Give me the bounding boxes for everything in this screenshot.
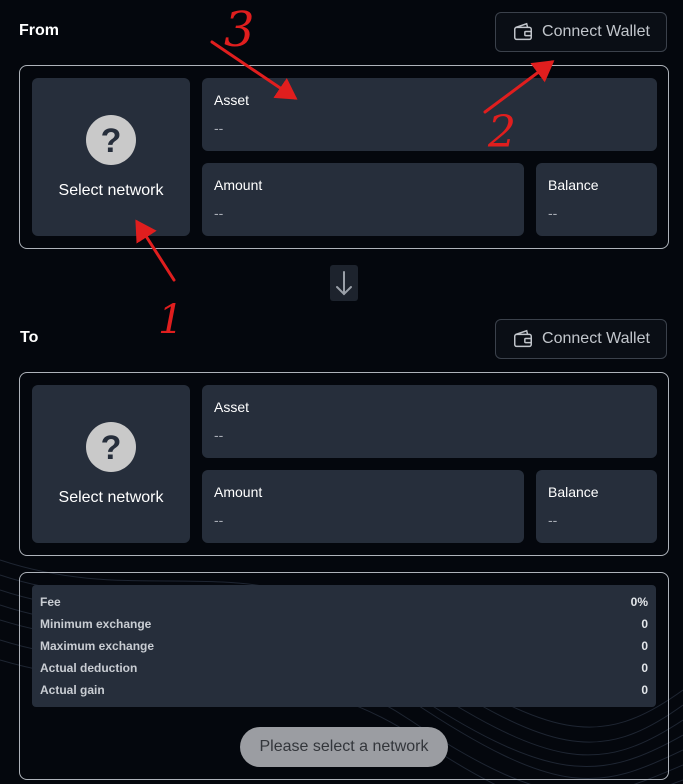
question-circle-icon: ? xyxy=(86,422,136,472)
actual-deduction-value: 0 xyxy=(641,661,648,675)
to-amount-field[interactable]: Amount -- xyxy=(202,470,524,543)
maximum-exchange-row: Maximum exchange 0 xyxy=(40,638,648,654)
minimum-exchange-label: Minimum exchange xyxy=(40,617,152,631)
from-amount-label: Amount xyxy=(214,177,263,193)
actual-gain-label: Actual gain xyxy=(40,683,105,697)
swap-direction-button[interactable] xyxy=(330,265,358,301)
actual-gain-row: Actual gain 0 xyxy=(40,682,648,698)
fee-row: Fee 0% xyxy=(40,594,648,610)
to-label: To xyxy=(20,329,39,346)
minimum-exchange-row: Minimum exchange 0 xyxy=(40,616,648,632)
wallet-icon xyxy=(514,22,533,41)
from-asset-label: Asset xyxy=(214,92,250,108)
minimum-exchange-value: 0 xyxy=(641,617,648,631)
select-network-submit-button[interactable]: Please select a network xyxy=(240,727,448,767)
to-select-network-card[interactable]: ? Select network xyxy=(32,385,190,543)
question-circle-icon: ? xyxy=(86,115,136,165)
from-balance-value: -- xyxy=(548,205,558,221)
to-amount-value: -- xyxy=(214,512,224,528)
svg-text:?: ? xyxy=(101,122,122,160)
from-balance-label: Balance xyxy=(548,177,599,193)
from-balance-field: Balance -- xyxy=(536,163,657,236)
actual-gain-value: 0 xyxy=(641,683,648,697)
arrow-down-icon xyxy=(336,271,352,296)
to-amount-label: Amount xyxy=(214,484,263,500)
from-label: From xyxy=(19,22,59,39)
fee-details: Fee 0% Minimum exchange 0 Maximum exchan… xyxy=(32,585,656,707)
to-network-label: Select network xyxy=(58,489,164,506)
submit-label: Please select a network xyxy=(259,738,429,755)
from-asset-field[interactable]: Asset -- xyxy=(202,78,657,151)
wallet-icon xyxy=(514,329,533,348)
from-panel: ? Select network Asset -- Amount -- Bala… xyxy=(19,65,669,249)
maximum-exchange-label: Maximum exchange xyxy=(40,639,155,653)
to-asset-field[interactable]: Asset -- xyxy=(202,385,657,458)
from-amount-field[interactable]: Amount -- xyxy=(202,163,524,236)
to-panel: ? Select network Asset -- Amount -- Bala… xyxy=(19,372,669,556)
fee-label: Fee xyxy=(40,595,61,609)
summary-panel: Fee 0% Minimum exchange 0 Maximum exchan… xyxy=(19,572,669,780)
to-balance-value: -- xyxy=(548,512,558,528)
from-amount-value: -- xyxy=(214,205,224,221)
to-asset-label: Asset xyxy=(214,399,250,415)
to-asset-value: -- xyxy=(214,427,224,443)
from-connect-wallet-label: Connect Wallet xyxy=(542,23,650,40)
svg-text:?: ? xyxy=(101,429,122,467)
annotation-number-3: 3 xyxy=(224,2,255,58)
actual-deduction-label: Actual deduction xyxy=(40,661,138,675)
from-network-label: Select network xyxy=(58,182,164,199)
actual-deduction-row: Actual deduction 0 xyxy=(40,660,648,676)
fee-value: 0% xyxy=(630,595,648,609)
from-asset-value: -- xyxy=(214,120,224,136)
to-connect-wallet-label: Connect Wallet xyxy=(542,330,650,347)
to-connect-wallet-button[interactable]: Connect Wallet xyxy=(495,319,667,359)
to-balance-label: Balance xyxy=(548,484,599,500)
from-connect-wallet-button[interactable]: Connect Wallet xyxy=(495,12,667,52)
annotation-number-1: 1 xyxy=(158,297,183,343)
from-select-network-card[interactable]: ? Select network xyxy=(32,78,190,236)
maximum-exchange-value: 0 xyxy=(641,639,648,653)
to-balance-field: Balance -- xyxy=(536,470,657,543)
